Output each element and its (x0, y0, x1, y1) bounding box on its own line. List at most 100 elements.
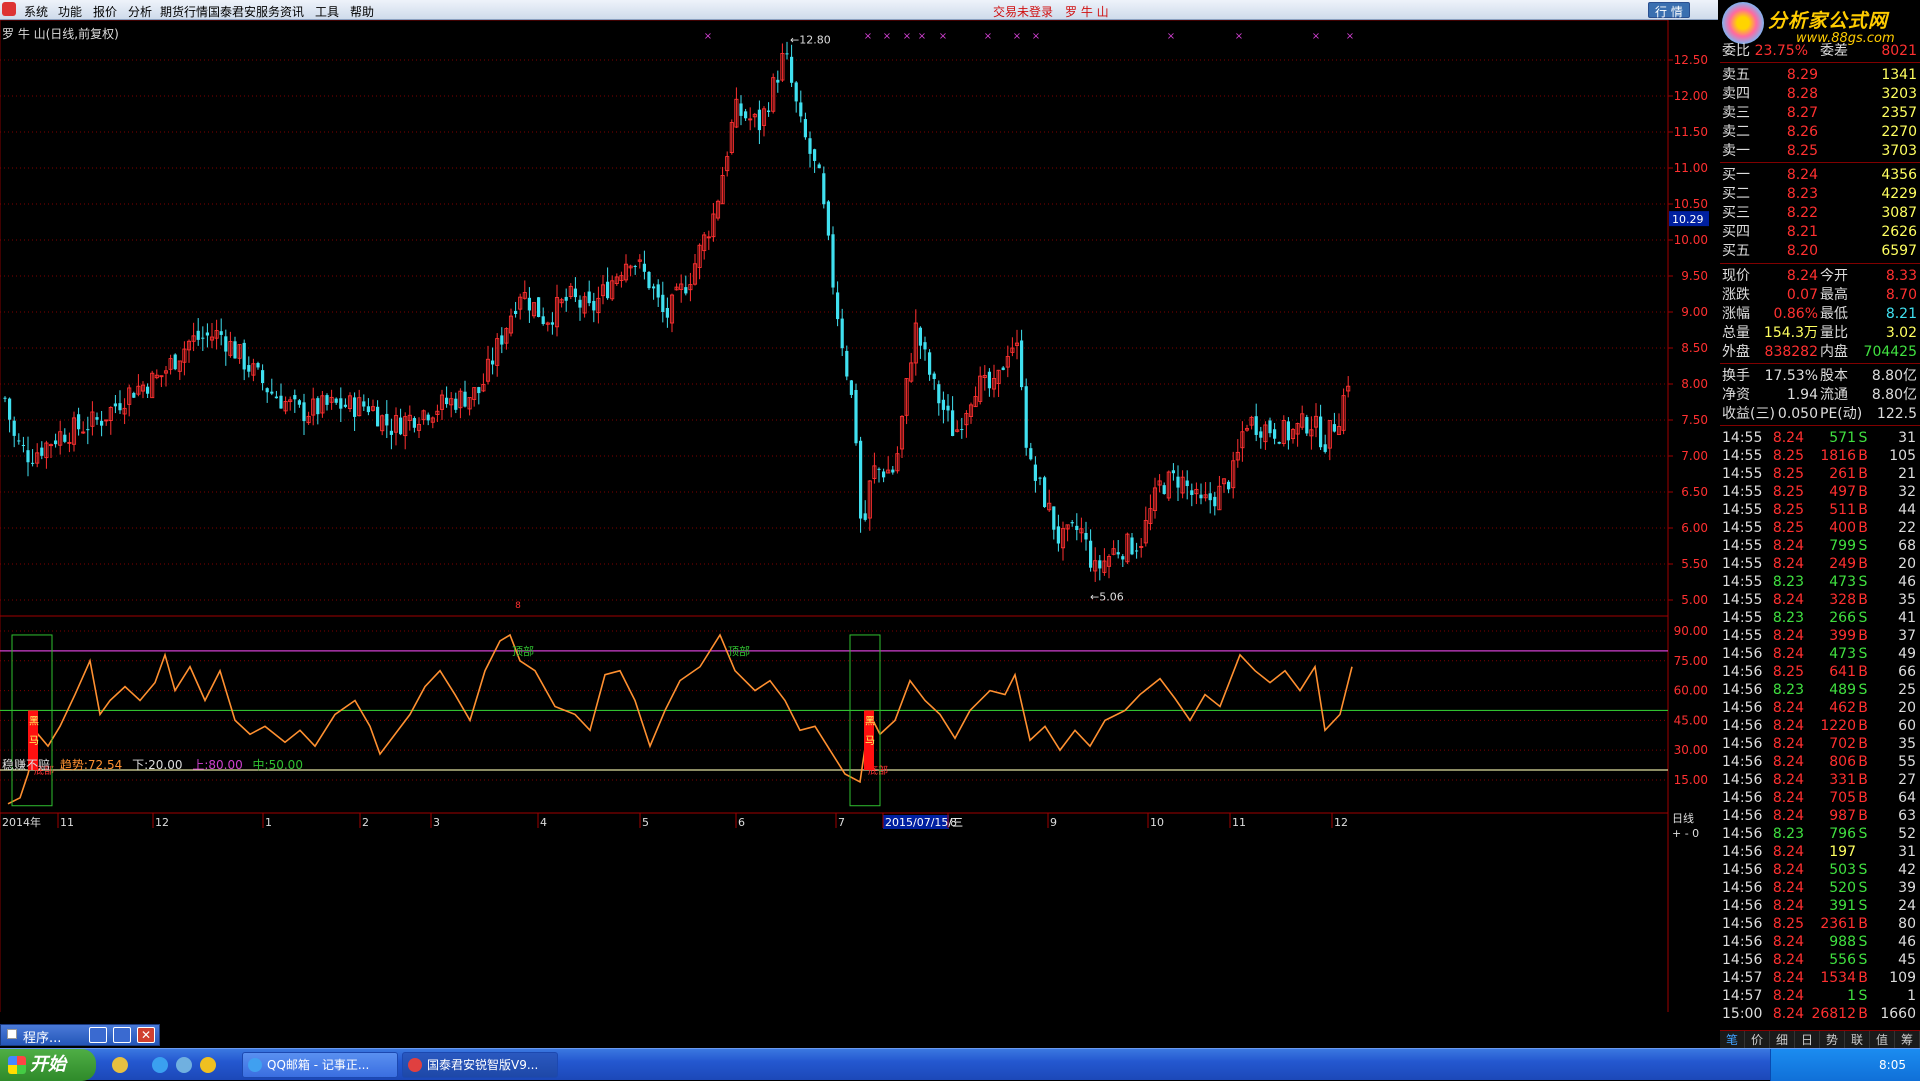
tick-time: 14:56 (1722, 664, 1763, 680)
low-label: 下: (132, 758, 149, 772)
indicator-name: 稳赚不赔 (2, 758, 51, 772)
menu-analysis[interactable]: 分析 (128, 3, 152, 20)
task-trading-app[interactable]: 国泰君安锐智版V9... (402, 1052, 558, 1078)
candle-body-down (882, 471, 886, 478)
tick-count: 109 (1889, 970, 1916, 986)
menu-news[interactable]: 资讯 (280, 3, 304, 20)
ask-row: 卖二 8.26 2270 (1720, 123, 1920, 142)
value: 23.75% (1754, 43, 1808, 59)
tick-vol: 806 (1829, 754, 1856, 770)
xaxis-label: 12 (155, 816, 169, 829)
quote-tab-3[interactable]: 日 (1795, 1031, 1820, 1048)
menu-help[interactable]: 帮助 (350, 3, 374, 20)
menu-function[interactable]: 功能 (58, 3, 82, 20)
quicklaunch-icon-3[interactable] (176, 1057, 192, 1073)
tick-price: 8.24 (1772, 646, 1804, 662)
menu-system[interactable]: 系统 (24, 3, 48, 20)
xaxis-label: 12 (1334, 816, 1348, 829)
tick-row: 14:56 8.24 462 B 20 (1720, 699, 1920, 718)
quote-tab-6[interactable]: 值 (1870, 1031, 1895, 1048)
quote-tab-2[interactable]: 细 (1770, 1031, 1795, 1048)
candle-body-down (173, 354, 177, 370)
current-price-label: 10.29 (1672, 213, 1704, 226)
tick-side: B (1858, 502, 1868, 518)
price-axis-label: 11.00 (1674, 161, 1708, 175)
candle-body-down (739, 103, 743, 116)
ask-vol: 1341 (1881, 67, 1917, 83)
indicator-axis-label: 90.00 (1674, 624, 1708, 638)
tick-time: 14:55 (1722, 520, 1763, 536)
tick-count: 46 (1898, 934, 1916, 950)
tick-vol: 462 (1829, 700, 1856, 716)
ask-price: 8.26 (1786, 124, 1818, 140)
start-button[interactable]: 开始 (0, 1049, 96, 1081)
stat-value: 0.07 (1786, 287, 1818, 303)
price-axis-label: 10.50 (1674, 197, 1708, 211)
quote-mode-button[interactable]: 行 情 (1648, 2, 1690, 19)
menu-services[interactable]: 国泰君安服务 (208, 3, 280, 20)
candle-body-down (376, 406, 380, 427)
candle-body-down (426, 414, 430, 421)
tick-side: S (1858, 574, 1868, 590)
candle-body-down (21, 444, 25, 446)
tick-side: S (1858, 880, 1868, 896)
quote-tab-7[interactable]: 筹 (1895, 1031, 1920, 1048)
tick-price: 8.24 (1772, 772, 1804, 788)
stat-row: 收益(三) 0.050 PE(动) 122.5 (1720, 405, 1920, 424)
program-box[interactable]: 程序... ✕ (0, 1024, 160, 1046)
restore-icon[interactable] (89, 1027, 107, 1043)
tick-row: 14:55 8.25 497 B 32 (1720, 483, 1920, 502)
tick-count: 46 (1898, 574, 1916, 590)
quote-tab-0[interactable]: 笔 (1720, 1031, 1745, 1048)
candle-body-down (302, 402, 306, 422)
quicklaunch-icon-1[interactable] (112, 1057, 128, 1073)
quote-tab-5[interactable]: 联 (1845, 1031, 1870, 1048)
tick-time: 14:55 (1722, 574, 1763, 590)
tick-count: 35 (1898, 736, 1916, 752)
tick-row: 14:57 8.24 1 S 1 (1720, 987, 1920, 1006)
candle-body-down (550, 322, 554, 325)
kline-chart-area[interactable]: 12.50 12.00 11.50 11.00 10.50 10.00 9.50 9.00 8.… (0, 20, 1718, 1030)
task-qqmail[interactable]: QQ邮箱 - 记事正... (242, 1052, 398, 1078)
tick-count: 1660 (1880, 1006, 1916, 1022)
candle-body-down (399, 417, 403, 435)
candle-body-down (813, 149, 817, 161)
candle-body-down (757, 109, 761, 131)
candle-body-down (514, 310, 518, 314)
candle-body-down (863, 513, 867, 520)
login-status: 交易未登录 (993, 5, 1054, 19)
candle-body-down (684, 287, 688, 294)
chart-canvas[interactable]: 12.50 12.00 11.50 11.00 10.50 10.00 9.50 9.00 8.… (0, 20, 1718, 1030)
maximize-icon[interactable] (113, 1027, 131, 1043)
menu-quote[interactable]: 报价 (93, 3, 117, 20)
weibi-row: 委比 23.75% 委差 8021 (1720, 42, 1920, 61)
stat-value: 0.86% (1773, 306, 1818, 322)
candle-body-down (353, 397, 357, 417)
period-label: 日线 (1672, 811, 1694, 825)
tick-price: 8.25 (1772, 484, 1804, 500)
tick-row: 14:56 8.25 2361 B 80 (1720, 915, 1920, 934)
task-label-1: QQ邮箱 - 记事正... (267, 1058, 370, 1072)
stat-value: 1.94 (1786, 387, 1818, 403)
tick-row: 14:56 8.24 988 S 46 (1720, 933, 1920, 952)
quote-tab-4[interactable]: 势 (1820, 1031, 1845, 1048)
stat-row: 总量 154.3万 量比 3.02 (1720, 324, 1920, 343)
price-axis-label: 7.50 (1681, 413, 1708, 427)
quicklaunch-icon-4[interactable] (200, 1057, 216, 1073)
tick-row: 14:56 8.24 473 S 49 (1720, 645, 1920, 664)
quote-tab-1[interactable]: 价 (1745, 1031, 1770, 1048)
signal-marker: × (1032, 31, 1040, 42)
tick-count: 22 (1898, 520, 1916, 536)
tick-vol: 489 (1829, 682, 1856, 698)
tick-side: S (1858, 862, 1868, 878)
tick-vol: 473 (1829, 646, 1856, 662)
tick-row: 14:55 8.25 1816 B 105 (1720, 447, 1920, 466)
xaxis-label: 10 (1150, 816, 1164, 829)
checkbox-icon[interactable] (7, 1029, 17, 1039)
menu-tools[interactable]: 工具 (315, 3, 339, 20)
menu-futures[interactable]: 期货行情 (160, 3, 208, 20)
ie-icon[interactable] (152, 1057, 168, 1073)
close-icon[interactable]: ✕ (137, 1027, 155, 1043)
tick-vol: 1816 (1820, 448, 1856, 464)
tick-side: S (1858, 610, 1868, 626)
